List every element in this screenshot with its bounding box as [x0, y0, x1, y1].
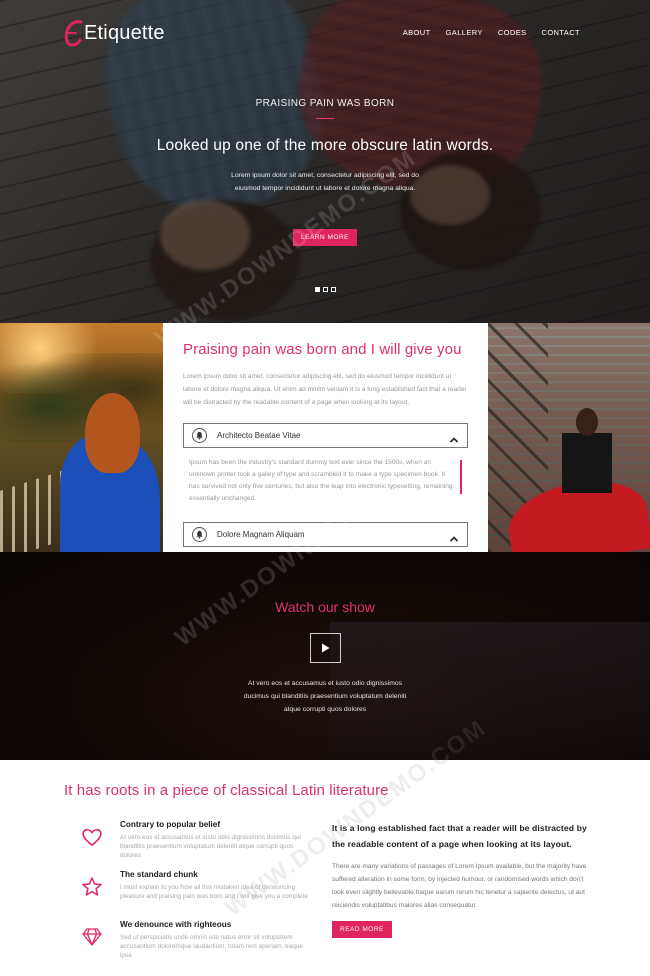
heart-icon	[80, 825, 104, 849]
video-text: At vero eos et accusamus et iusto odio d…	[243, 680, 407, 713]
logo-mark-icon	[62, 18, 88, 48]
feature-text: Sed ut perspiciatis unde omnis iste natu…	[120, 934, 303, 959]
star-icon	[80, 875, 104, 899]
menu-item-codes[interactable]: CODES	[498, 28, 527, 37]
image-hair	[85, 393, 140, 473]
site-logo[interactable]: Etiquette	[62, 18, 165, 48]
features-section: It has roots in a piece of classical Lat…	[0, 760, 650, 976]
video-content: Watch our show At vero eos et accusamus …	[0, 599, 650, 716]
accordion-header-1[interactable]: Architecto Beatae Vitae	[183, 423, 468, 448]
hero-content: PRAISING PAIN WAS BORN Looked up one of …	[0, 98, 650, 246]
menu-item-about[interactable]: ABOUT	[403, 28, 431, 37]
hero-text: Lorem ipsum dolor sit amet, consectetur …	[231, 172, 419, 192]
diamond-icon	[80, 925, 104, 949]
accordion-label-1: Architecto Beatae Vitae	[217, 431, 301, 440]
play-button[interactable]	[309, 633, 341, 663]
accordion-header-2[interactable]: Dolore Magnam Aliquam	[183, 522, 468, 547]
features-detail: It is a long established fact that a rea…	[332, 820, 592, 938]
features-detail-text: There are many variations of passages of…	[332, 863, 587, 909]
features-detail-title: It is a long established fact that a rea…	[332, 823, 587, 849]
woman-red-skirt-image	[488, 323, 650, 552]
features-list: Contrary to popular belief At vero eos e…	[80, 820, 315, 970]
accordion-label-2: Dolore Magnam Aliquam	[217, 530, 305, 539]
menu-item-gallery[interactable]: GALLERY	[446, 28, 483, 37]
accordion-panel-1: Ipsum has been the industry's standard d…	[183, 448, 468, 512]
feature-item: Contrary to popular belief At vero eos e…	[80, 820, 315, 870]
top-navigation: Etiquette ABOUT GALLERY CODES CONTACT	[0, 0, 650, 66]
about-title: Praising pain was born and I will give y…	[183, 341, 462, 358]
about-section: Praising pain was born and I will give y…	[0, 323, 650, 552]
hero-divider	[316, 118, 334, 119]
logo-text: Etiquette	[84, 21, 165, 44]
main-menu: ABOUT GALLERY CODES CONTACT	[403, 28, 580, 37]
feature-text: I must explain to you how all this mista…	[120, 884, 308, 900]
slider-pagination	[315, 287, 336, 292]
hero-section: Etiquette ABOUT GALLERY CODES CONTACT PR…	[0, 0, 650, 323]
video-title: Watch our show	[275, 599, 375, 615]
video-section: Watch our show At vero eos et accusamus …	[0, 552, 650, 760]
feature-item: We denounce with righteous Sed ut perspi…	[80, 920, 315, 970]
feature-title: We denounce with righteous	[120, 920, 232, 929]
bell-icon	[192, 428, 207, 443]
read-more-button[interactable]: READ MORE	[332, 921, 392, 938]
feature-title: The standard chunk	[120, 870, 198, 879]
about-content: Praising pain was born and I will give y…	[163, 323, 488, 552]
accordion-panel-text-1: Ipsum has been the industry's standard d…	[189, 459, 453, 502]
feature-text: At vero eos et accusamus et iusto odio d…	[120, 834, 301, 859]
image-top	[562, 433, 612, 493]
chevron-up-icon	[449, 431, 459, 449]
slider-dot-2[interactable]	[323, 287, 328, 292]
slider-dot-3[interactable]	[331, 287, 336, 292]
hero-kicker: PRAISING PAIN WAS BORN	[255, 98, 395, 109]
slider-dot-1[interactable]	[315, 287, 320, 292]
feature-item: The standard chunk I must explain to you…	[80, 870, 315, 920]
play-icon	[322, 643, 330, 653]
bell-icon	[192, 527, 207, 542]
chevron-up-icon	[449, 530, 459, 548]
features-title: It has roots in a piece of classical Lat…	[64, 782, 389, 799]
feature-title: Contrary to popular belief	[120, 820, 221, 829]
woman-blue-dress-image	[0, 323, 163, 552]
menu-item-contact[interactable]: CONTACT	[542, 28, 581, 37]
learn-more-button[interactable]: LEARN MORE	[293, 229, 357, 246]
hero-title: Looked up one of the more obscure latin …	[156, 137, 494, 154]
panel-scrollbar[interactable]	[460, 460, 462, 494]
about-text: Lorem ipsum dolor sit amet, consectetur …	[183, 373, 467, 406]
image-head	[576, 408, 598, 436]
